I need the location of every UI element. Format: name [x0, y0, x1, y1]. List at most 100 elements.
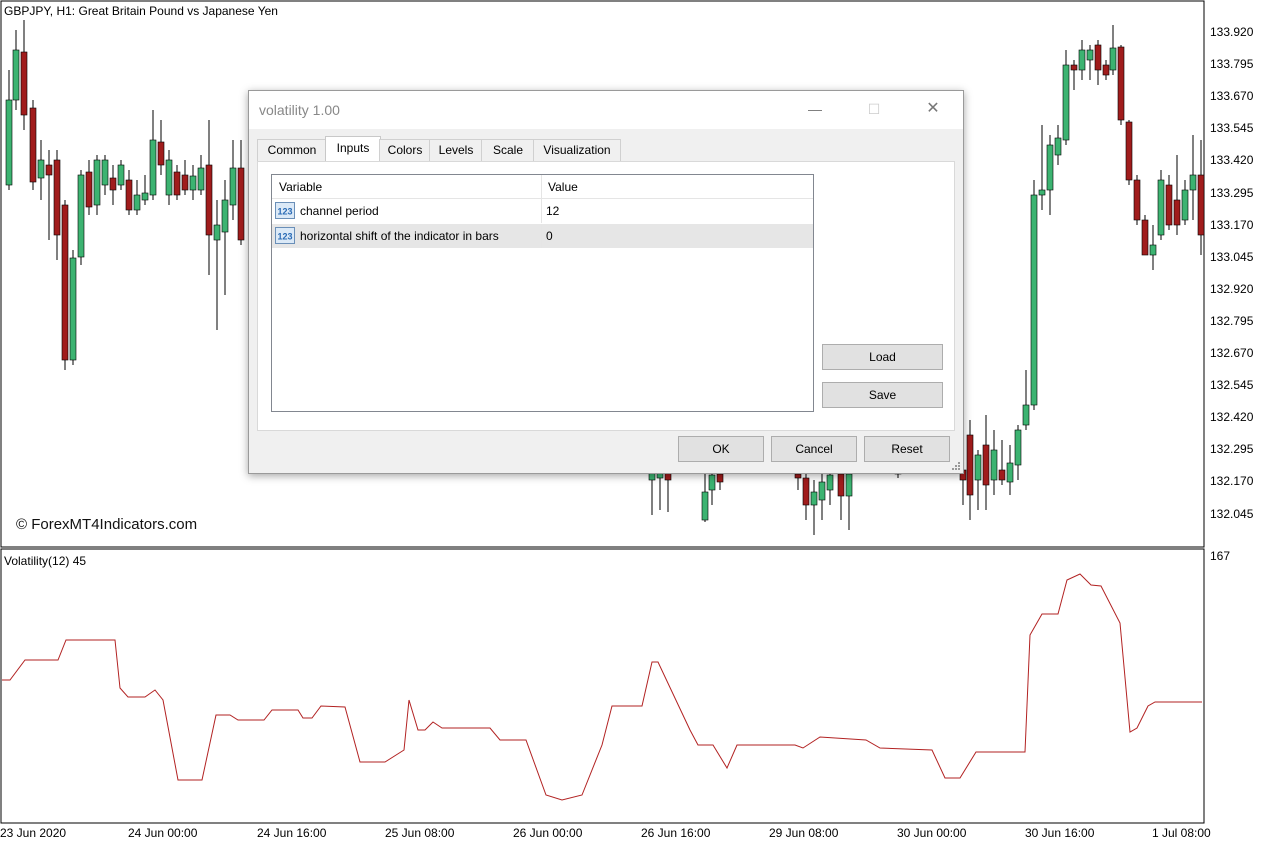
- candle-body: [1141, 219, 1149, 256]
- tab-common[interactable]: Common: [257, 139, 327, 161]
- minimize-button[interactable]: —: [793, 97, 837, 123]
- price-tick-label: 133.045: [1210, 249, 1254, 264]
- tab-levels[interactable]: Levels: [429, 139, 483, 161]
- candle-body: [1173, 199, 1181, 226]
- price-tick-label: 132.920: [1210, 281, 1254, 296]
- candle-body: [1117, 46, 1125, 121]
- tab-inputs[interactable]: Inputs: [325, 136, 381, 162]
- price-tick-label: 132.420: [1210, 410, 1254, 425]
- candle-body: [197, 167, 205, 191]
- candle-body: [229, 167, 237, 206]
- candle-body: [1014, 429, 1022, 466]
- candle-body: [101, 159, 109, 186]
- candle-body: [93, 159, 101, 206]
- price-tick-label: 133.170: [1210, 217, 1254, 232]
- candle-body: [133, 194, 141, 211]
- candle-body: [802, 477, 810, 506]
- variable-value[interactable]: 0: [546, 229, 553, 243]
- candle-body: [141, 192, 149, 201]
- candle-body: [1149, 244, 1157, 256]
- price-tick-label: 133.795: [1210, 57, 1254, 72]
- price-tick-label: 132.670: [1210, 346, 1254, 360]
- variable-name: horizontal shift of the indicator in bar…: [300, 229, 499, 243]
- time-tick-label: 23 Jun 2020: [0, 826, 67, 840]
- time-tick-label: 26 Jun 00:00: [513, 826, 583, 840]
- dialog-titlebar[interactable]: volatility 1.00 — ☐ ✕: [249, 91, 963, 129]
- candle-body: [125, 179, 133, 211]
- tab-scale[interactable]: Scale: [481, 139, 535, 161]
- candle-body: [966, 434, 974, 496]
- grid-header: Variable Value: [272, 175, 813, 199]
- candle-body: [1133, 179, 1141, 221]
- candle-body: [794, 473, 802, 479]
- candle-body: [810, 491, 818, 506]
- price-tick-label: 132.045: [1210, 506, 1254, 521]
- candle-body: [77, 174, 85, 258]
- candle-body: [716, 473, 724, 483]
- candle-body: [237, 167, 245, 241]
- time-tick-label: 24 Jun 00:00: [128, 826, 198, 840]
- cancel-button[interactable]: Cancel: [771, 436, 857, 462]
- candle-body: [37, 159, 45, 179]
- candle-body: [53, 159, 61, 236]
- candle-body: [117, 164, 125, 186]
- resize-grip-icon[interactable]: [951, 461, 961, 471]
- table-row[interactable]: 123 channel period 12: [272, 199, 813, 223]
- candle-body: [1165, 184, 1173, 226]
- price-tick-label: 132.295: [1210, 442, 1254, 457]
- candle-body: [837, 473, 845, 497]
- candle-body: [173, 171, 181, 196]
- variable-value[interactable]: 12: [546, 204, 559, 218]
- save-button[interactable]: Save: [822, 382, 943, 408]
- candle-body: [189, 175, 197, 191]
- candle-body: [221, 199, 229, 233]
- inputs-grid: Variable Value 123 channel period 12 123…: [271, 174, 814, 412]
- price-tick-label: 133.295: [1210, 185, 1254, 200]
- chart-title: GBPJPY, H1: Great Britain Pound vs Japan…: [4, 4, 278, 18]
- candle-body: [61, 204, 69, 361]
- candle-body: [45, 164, 53, 176]
- tab-visualization[interactable]: Visualization: [533, 139, 621, 161]
- header-separator: [541, 175, 542, 198]
- candle-body: [181, 174, 189, 191]
- reset-button[interactable]: Reset: [864, 436, 950, 462]
- candle-body: [1094, 44, 1102, 71]
- candle-body: [998, 469, 1006, 481]
- maximize-button[interactable]: ☐: [852, 97, 896, 123]
- column-separator: [541, 199, 542, 223]
- candle-body: [1046, 144, 1054, 191]
- candle-body: [1078, 49, 1086, 71]
- candle-body: [165, 159, 173, 196]
- int-type-icon: 123: [275, 227, 295, 244]
- column-separator: [541, 224, 542, 248]
- close-button[interactable]: ✕: [911, 97, 955, 123]
- indicator-properties-dialog: volatility 1.00 — ☐ ✕ Common Inputs Colo…: [248, 90, 964, 474]
- int-type-icon: 123: [275, 202, 295, 219]
- candle-body: [1197, 174, 1205, 236]
- indicator-scale-max: 167: [1210, 549, 1231, 563]
- load-button[interactable]: Load: [822, 344, 943, 370]
- candle-body: [826, 474, 834, 491]
- int-icon-text: 123: [277, 232, 292, 242]
- candle-body: [12, 49, 20, 101]
- candle-body: [5, 99, 13, 186]
- time-tick-label: 25 Jun 08:00: [385, 826, 455, 840]
- header-value[interactable]: Value: [548, 180, 578, 194]
- inputs-tab-panel: Variable Value 123 channel period 12 123…: [257, 161, 955, 431]
- candle-body: [213, 224, 221, 241]
- header-variable[interactable]: Variable: [279, 180, 322, 194]
- indicator-window-frame: [0, 548, 1205, 824]
- candle-body: [1109, 47, 1117, 71]
- candle-body: [205, 164, 213, 236]
- price-tick-label: 133.920: [1210, 25, 1254, 39]
- ok-button[interactable]: OK: [678, 436, 764, 462]
- int-icon-text: 123: [277, 207, 292, 217]
- table-row[interactable]: 123 horizontal shift of the indicator in…: [272, 224, 813, 248]
- candle-body: [109, 177, 117, 191]
- candle-body: [157, 141, 165, 166]
- candle-body: [974, 454, 982, 481]
- candle-body: [85, 171, 93, 208]
- tab-colors[interactable]: Colors: [379, 139, 431, 161]
- candle-body: [69, 257, 77, 361]
- time-tick-label: 26 Jun 16:00: [641, 826, 711, 840]
